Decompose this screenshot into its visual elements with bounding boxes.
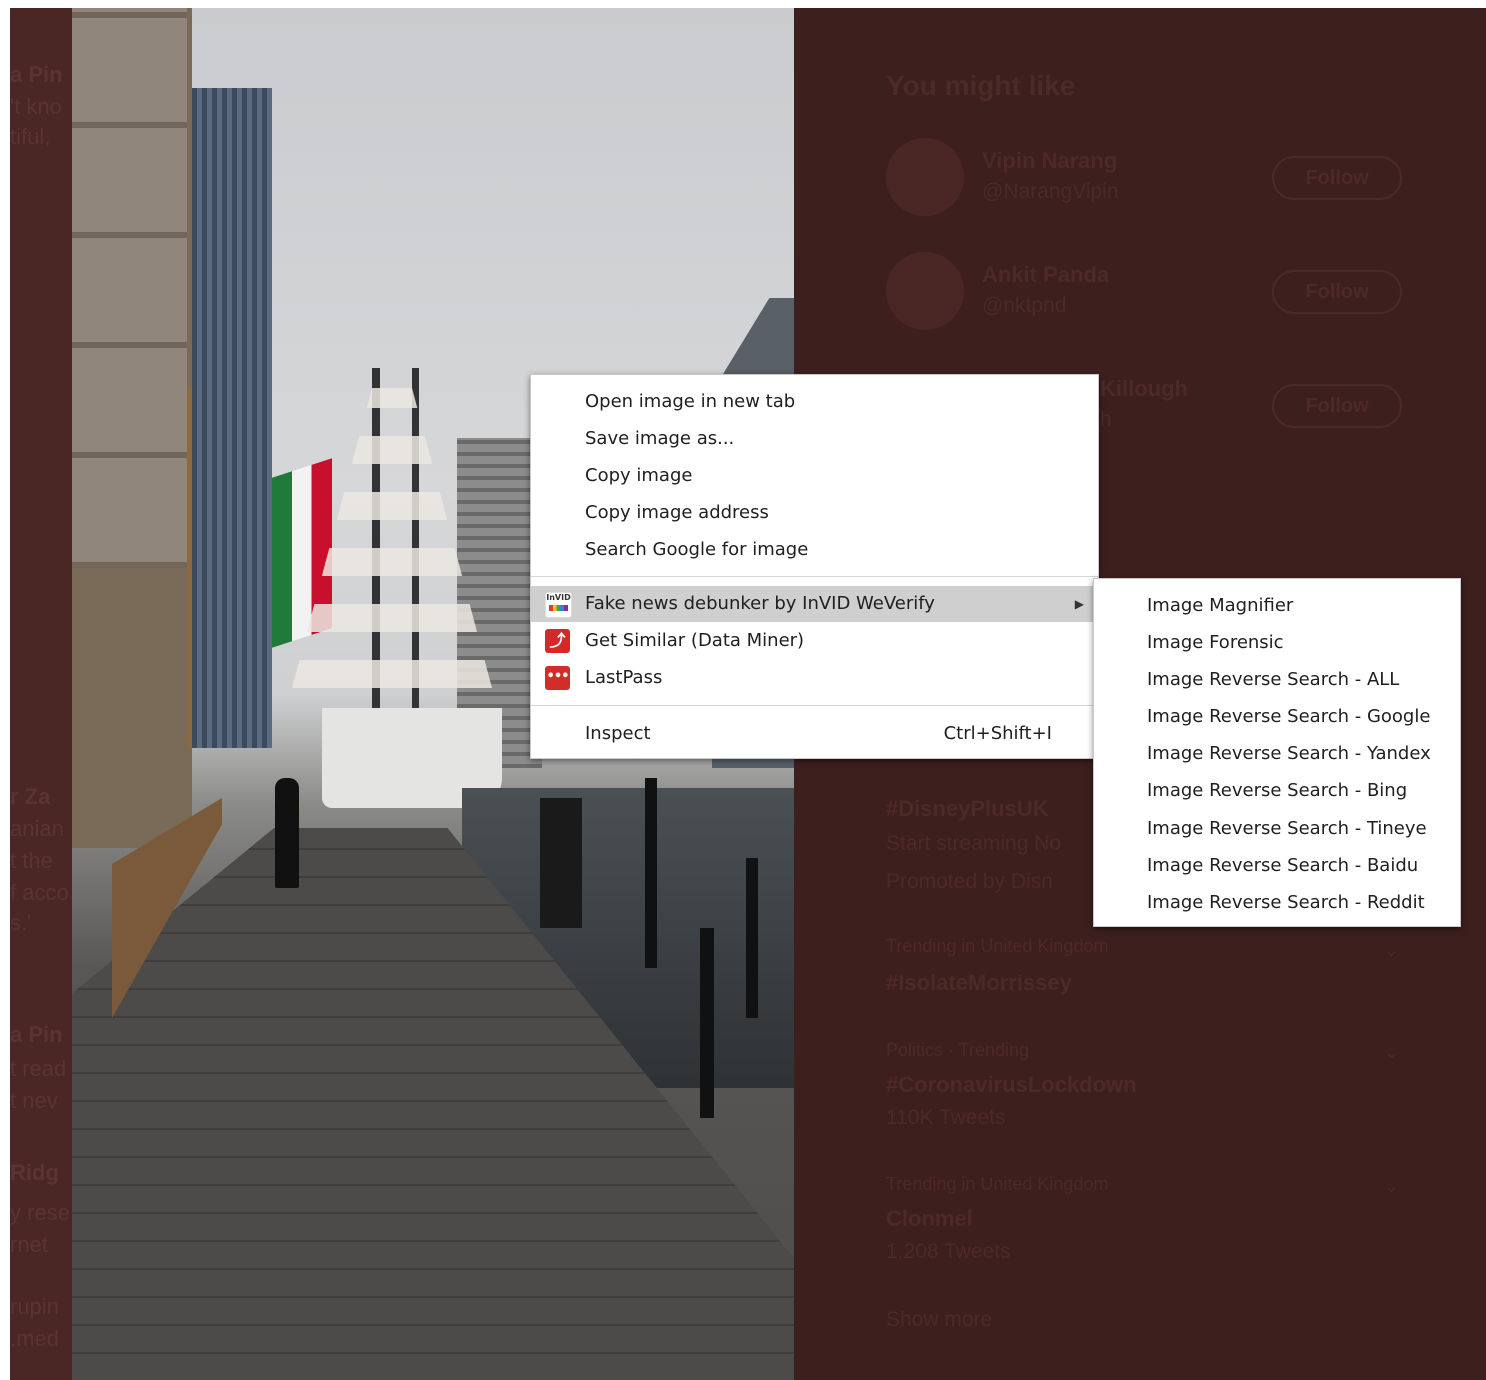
submenu-arrow-icon: ▶ (1074, 597, 1084, 611)
lastpass-icon: ••• (545, 666, 570, 690)
context-menu: Open image in new tab Save image as... C… (530, 374, 1099, 759)
left-snippet: t the (10, 848, 53, 873)
left-snippet: .med (10, 1326, 59, 1351)
account-name[interactable]: Killough (1100, 376, 1188, 402)
left-snippet: Ridg (10, 1160, 59, 1185)
trend-context: Trending in United Kingdom (886, 936, 1109, 956)
trend-context: Trending in United Kingdom (886, 1174, 1109, 1194)
trend-count: 110K Tweets (886, 1106, 1006, 1129)
left-snippet: a Pin (10, 62, 63, 87)
menu-item-search-google-image[interactable]: Search Google for image (531, 532, 1098, 568)
trend-sub: Start streaming No (886, 832, 1062, 855)
menu-item-copy-image-address[interactable]: Copy image address (531, 495, 1098, 531)
submenu-item-reverse-baidu[interactable]: Image Reverse Search - Baidu (1094, 848, 1460, 884)
left-snippet: y rese (10, 1200, 70, 1225)
menu-item-data-miner[interactable]: ⤴ Get Similar (Data Miner) (531, 623, 1098, 659)
left-snippet: anian (10, 816, 64, 841)
shortcut-label: Ctrl+Shift+I (943, 723, 1052, 744)
submenu-item-image-magnifier[interactable]: Image Magnifier (1094, 588, 1460, 624)
you-might-like-heading: You might like (886, 70, 1076, 101)
submenu-item-reverse-tineye[interactable]: Image Reverse Search - Tineye (1094, 811, 1460, 847)
menu-item-invid-weverify[interactable]: InVID Fake news debunker by InVID WeVeri… (531, 586, 1098, 622)
follow-button[interactable]: Follow (1272, 384, 1402, 428)
submenu-item-image-forensic[interactable]: Image Forensic (1094, 625, 1460, 661)
data-miner-icon: ⤴ (545, 629, 570, 653)
left-snippet: rnet (10, 1232, 48, 1257)
bollard (746, 858, 758, 1018)
trend-count: 1,208 Tweets (886, 1240, 1011, 1263)
promoted-label: Promoted by Disn (886, 870, 1053, 893)
menu-separator (531, 576, 1098, 577)
trend-tag[interactable]: Clonmel (886, 1206, 973, 1232)
trend-tag[interactable]: #DisneyPlusUK (886, 796, 1049, 822)
left-snippet: t read (10, 1056, 67, 1081)
account-name[interactable]: Vipin Narang (982, 148, 1117, 174)
chevron-down-icon[interactable]: ⌄ (1384, 1042, 1399, 1063)
chevron-down-icon[interactable]: ⌄ (1384, 1176, 1399, 1197)
submenu-item-reverse-yandex[interactable]: Image Reverse Search - Yandex (1094, 736, 1460, 772)
submenu-item-reverse-bing[interactable]: Image Reverse Search - Bing (1094, 773, 1460, 809)
balconies (72, 8, 187, 568)
bollard (645, 778, 657, 968)
account-handle: @NarangVipin (982, 180, 1119, 203)
left-timeline-column: a Pin 't kno tiful, r Za anian t the f a… (10, 8, 72, 1380)
avatar[interactable] (886, 138, 964, 216)
left-snippet: rupin (10, 1294, 59, 1319)
left-snippet: tiful, (10, 124, 51, 149)
pedestrian (275, 778, 299, 888)
menu-item-copy-image[interactable]: Copy image (531, 458, 1098, 494)
menu-item-open-image-new-tab[interactable]: Open image in new tab (531, 384, 1098, 420)
left-snippet: f acco (10, 880, 69, 905)
trend-tag[interactable]: #IsolateMorrissey (886, 970, 1072, 996)
follow-button[interactable]: Follow (1272, 270, 1402, 314)
avatar[interactable] (886, 252, 964, 330)
trend-tag[interactable]: #CoronavirusLockdown (886, 1072, 1137, 1098)
submenu-item-reverse-google[interactable]: Image Reverse Search - Google (1094, 699, 1460, 735)
follow-button[interactable]: Follow (1272, 156, 1402, 200)
account-name[interactable]: Ankit Panda (982, 262, 1109, 288)
chevron-down-icon[interactable]: ⌄ (1384, 940, 1399, 961)
invid-icon: InVID (545, 592, 572, 618)
show-more-link[interactable]: Show more (886, 1308, 992, 1332)
account-handle: h (1100, 408, 1112, 431)
menu-separator (531, 705, 1098, 706)
menu-item-lastpass[interactable]: ••• LastPass (531, 660, 1098, 696)
submenu-item-reverse-all[interactable]: Image Reverse Search - ALL (1094, 662, 1460, 698)
trend-context: Politics · Trending (886, 1040, 1030, 1060)
left-snippet: r Za (10, 784, 51, 809)
submenu-item-reverse-reddit[interactable]: Image Reverse Search - Reddit (1094, 885, 1460, 921)
left-snippet: 't kno (10, 94, 62, 119)
glass-tower (192, 88, 272, 748)
left-snippet: a Pin (10, 1022, 63, 1047)
menu-item-save-image-as[interactable]: Save image as... (531, 421, 1098, 457)
bollard (700, 928, 714, 1118)
menu-item-inspect[interactable]: Inspect Ctrl+Shift+I (531, 716, 1098, 752)
bin (540, 798, 582, 928)
left-snippet: t nev (10, 1088, 58, 1113)
invid-submenu: Image Magnifier Image Forensic Image Rev… (1093, 578, 1461, 927)
account-handle: @nktpnd (982, 294, 1067, 317)
left-snippet: s.' (10, 910, 32, 935)
